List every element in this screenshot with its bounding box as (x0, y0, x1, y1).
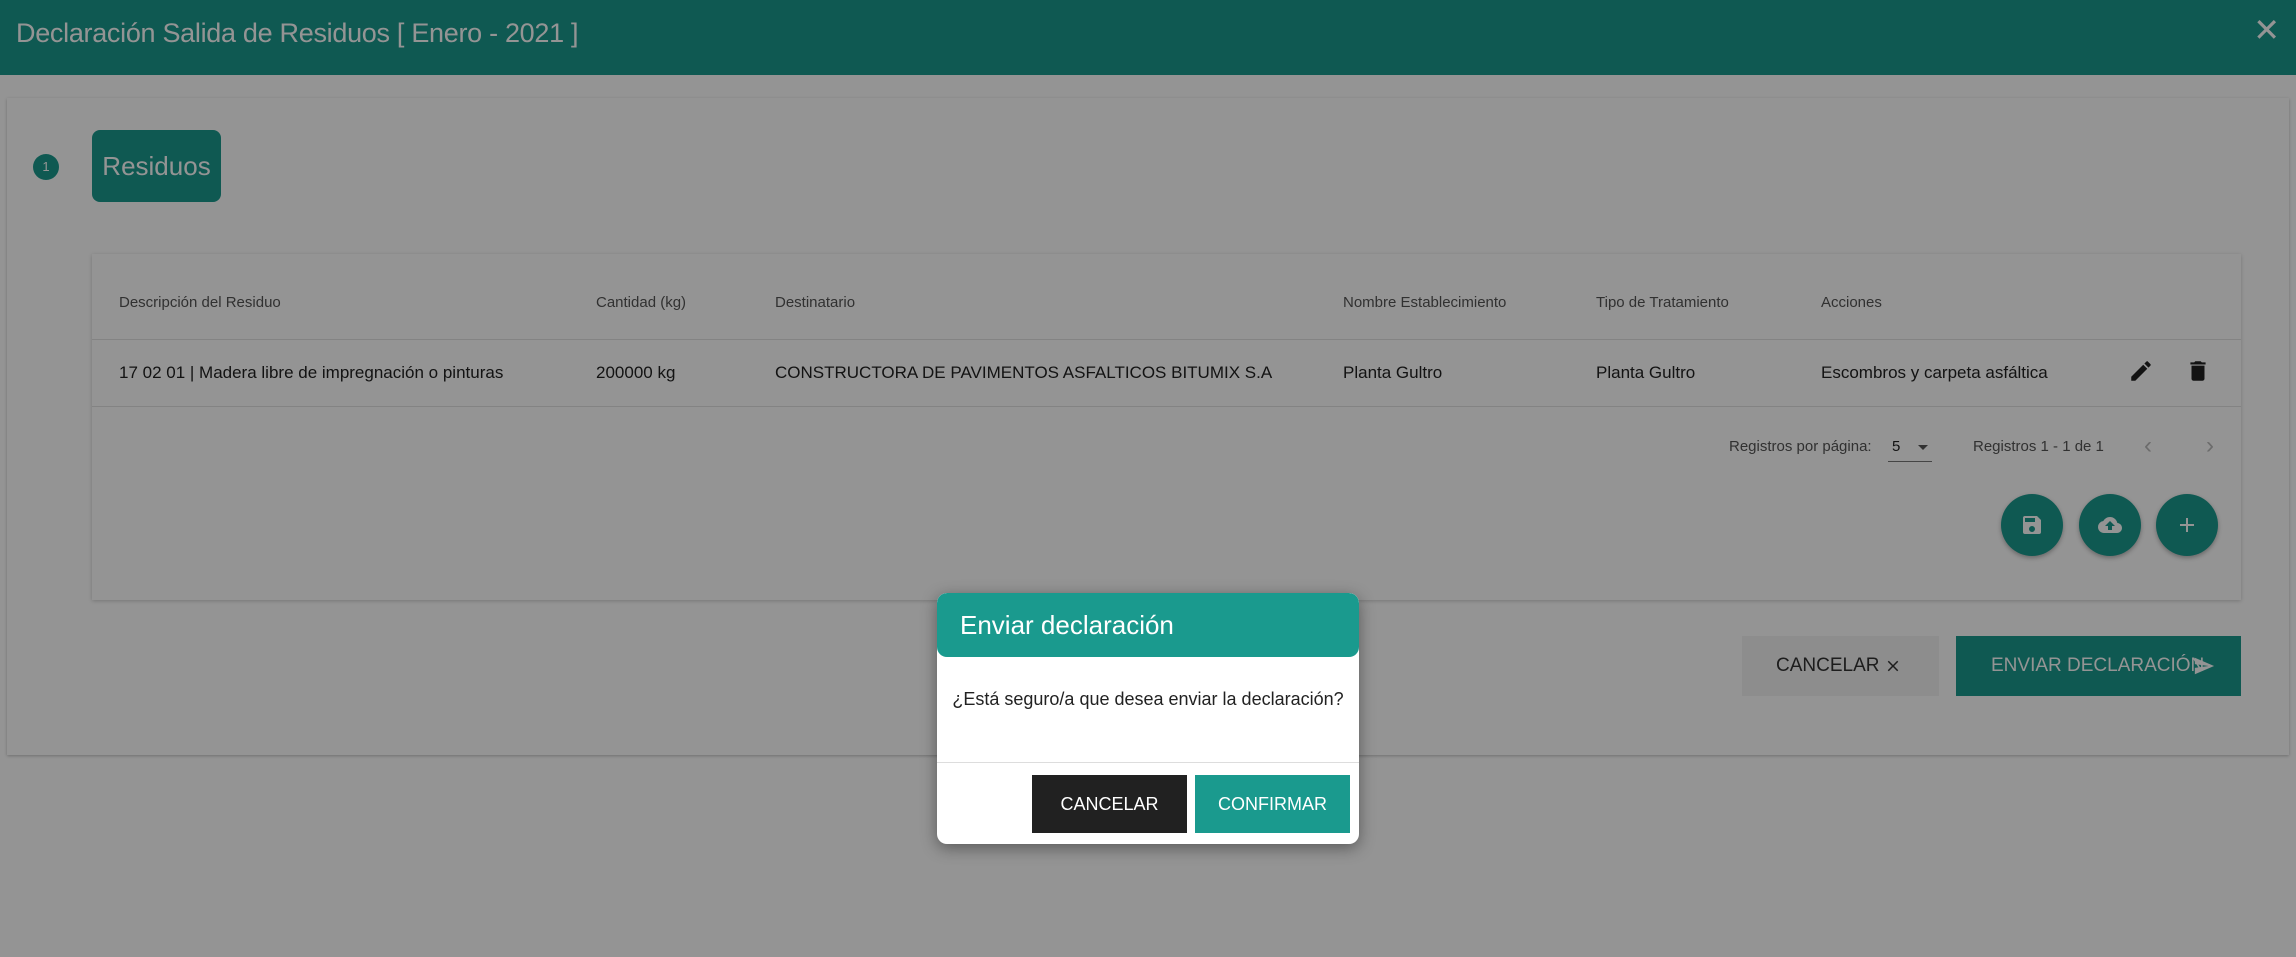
dialog-confirm-button[interactable]: CONFIRMAR (1195, 775, 1350, 833)
confirm-dialog: Enviar declaración ¿Está seguro/a que de… (937, 593, 1359, 844)
dialog-title: Enviar declaración (960, 610, 1174, 640)
dialog-message: ¿Está seguro/a que desea enviar la decla… (952, 689, 1344, 709)
dialog-divider (937, 762, 1359, 763)
dialog-cancel-button[interactable]: CANCELAR (1032, 775, 1187, 833)
dialog-header: Enviar declaración (937, 593, 1359, 657)
